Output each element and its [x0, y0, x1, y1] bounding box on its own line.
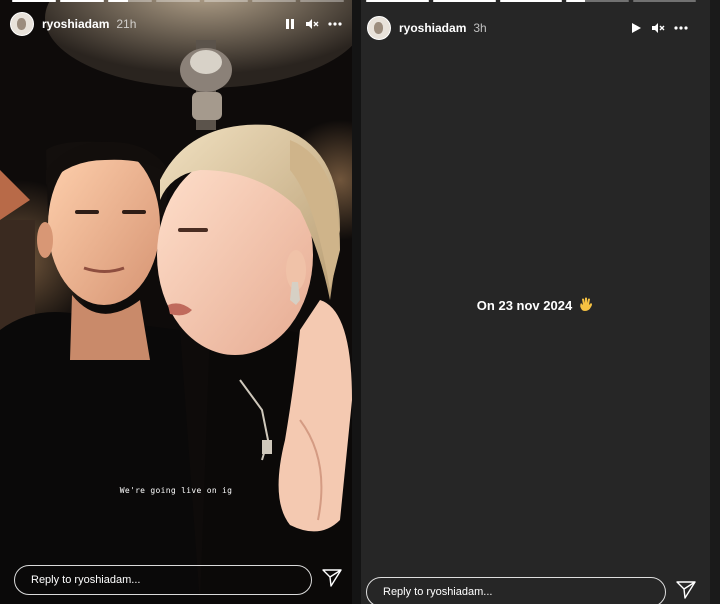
reply-input[interactable]: [381, 585, 665, 599]
mute-icon[interactable]: [651, 22, 665, 34]
story-divider: [352, 0, 361, 604]
reply-bar: [14, 565, 342, 595]
story-header: ryoshiadam 21h: [10, 12, 342, 36]
reply-input[interactable]: [29, 573, 311, 587]
story-controls: [284, 18, 342, 30]
progress-segment: [108, 0, 152, 2]
progress-fill: [366, 0, 429, 2]
story-viewer-right[interactable]: ryoshiadam 3h On 23 nov 2024: [361, 0, 710, 604]
avatar[interactable]: [10, 12, 34, 36]
mute-icon[interactable]: [305, 18, 319, 30]
reply-input-box[interactable]: [14, 565, 312, 595]
more-options-icon[interactable]: [328, 22, 342, 26]
story-text-label: On 23 nov 2024: [476, 298, 573, 313]
progress-segment: [566, 0, 630, 2]
progress-segment: [366, 0, 429, 2]
progress-fill: [499, 0, 563, 2]
reply-input-box[interactable]: [366, 577, 666, 604]
story-header: ryoshiadam 3h: [367, 16, 688, 40]
story-controls: [630, 22, 688, 34]
progress-fill: [108, 0, 128, 2]
progress-segment: [156, 0, 200, 2]
window-edge: [710, 0, 720, 604]
story-progress-bar: [12, 0, 344, 4]
waving-hand-icon: [578, 296, 594, 315]
avatar[interactable]: [367, 16, 391, 40]
story-viewer-left[interactable]: ryoshiadam 21h We're going live on ig: [0, 0, 352, 604]
progress-fill: [12, 0, 56, 2]
reply-bar: [366, 577, 696, 604]
story-caption: We're going live on ig: [119, 486, 233, 495]
username[interactable]: ryoshiadam: [42, 17, 109, 31]
play-icon[interactable]: [630, 22, 642, 34]
progress-fill: [60, 0, 104, 2]
progress-segment: [300, 0, 344, 2]
progress-segment: [252, 0, 296, 2]
send-icon[interactable]: [676, 580, 696, 604]
progress-segment: [60, 0, 104, 2]
more-options-icon[interactable]: [674, 26, 688, 30]
progress-segment: [499, 0, 563, 2]
story-photo: [0, 0, 352, 604]
progress-fill: [432, 0, 496, 2]
pause-icon[interactable]: [284, 18, 296, 30]
progress-segment: [204, 0, 248, 2]
timestamp: 3h: [473, 21, 487, 35]
username[interactable]: ryoshiadam: [399, 21, 466, 35]
progress-segment: [633, 0, 696, 2]
progress-fill: [566, 0, 586, 2]
story-progress-bar: [366, 0, 696, 4]
progress-segment: [12, 0, 56, 2]
send-icon[interactable]: [322, 568, 342, 592]
timestamp: 21h: [116, 17, 137, 31]
story-text: On 23 nov 2024: [361, 296, 710, 315]
progress-segment: [432, 0, 496, 2]
